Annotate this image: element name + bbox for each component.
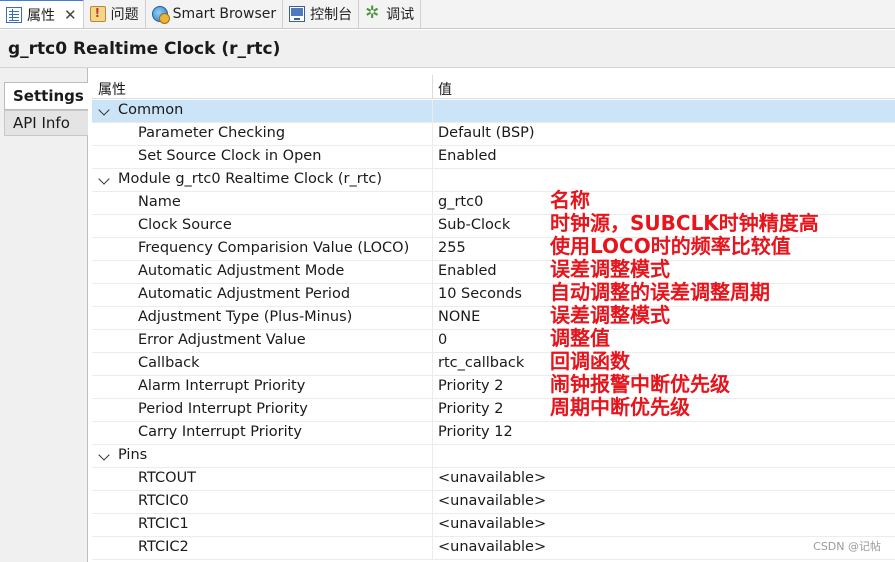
table-row[interactable]: Automatic Adjustment Period 10 Seconds [92,284,895,307]
tab-console[interactable]: 控制台 [283,0,360,28]
table-group-row[interactable]: Module g_rtc0 Realtime Clock (r_rtc) [92,169,895,192]
annotation-label: 调整值 [550,326,610,350]
property-name: Name [138,194,181,210]
annotation-label: 误差调整模式 [550,303,670,327]
table-row[interactable]: Carry Interrupt Priority Priority 12 [92,422,895,445]
property-value[interactable]: Sub-Clock [438,217,510,233]
property-value[interactable]: 0 [438,332,447,348]
watermark: CSDN @记帖 [813,540,881,553]
property-value[interactable]: Priority 12 [438,424,513,440]
property-name: Adjustment Type (Plus-Minus) [138,309,353,325]
tab-label: 属性 [27,7,55,24]
chevron-down-icon[interactable] [98,104,110,116]
problems-icon [89,5,106,22]
property-value[interactable]: Priority 2 [438,401,503,417]
tab-label: 控制台 [310,6,353,23]
close-icon[interactable]: ✕ [64,6,77,24]
property-name: Common [118,102,184,118]
tab-label: Smart Browser [172,5,277,22]
table-row[interactable]: Parameter Checking Default (BSP) [92,123,895,146]
annotation-label: 闹钟报警中断优先级 [550,372,730,396]
side-tab-api-info[interactable]: API Info [4,110,88,136]
view-tab-strip: 属性 ✕ 问题 Smart Browser 控制台 调试 [0,0,895,29]
property-value[interactable]: 255 [438,240,466,256]
property-value[interactable]: NONE [438,309,480,325]
property-name: Module g_rtc0 Realtime Clock (r_rtc) [118,171,383,187]
property-name: Carry Interrupt Priority [138,424,302,440]
property-name: Period Interrupt Priority [138,401,308,417]
property-name: Automatic Adjustment Mode [138,263,345,279]
property-name: RTCIC2 [138,539,189,555]
table-row[interactable]: RTCOUT <unavailable> [92,468,895,491]
property-name: Automatic Adjustment Period [138,286,351,302]
annotation-label: 误差调整模式 [550,257,670,281]
tab-smart-browser[interactable]: Smart Browser [146,0,284,28]
property-name: Error Adjustment Value [138,332,306,348]
side-tab-settings[interactable]: Settings [4,82,88,110]
annotation-label: 时钟源，SUBCLK时钟精度高 [550,211,819,235]
property-name: RTCIC1 [138,516,189,532]
debug-icon [365,3,381,23]
property-value[interactable]: Priority 2 [438,378,503,394]
property-name: RTCIC0 [138,493,189,509]
chevron-down-icon[interactable] [98,449,110,461]
property-value[interactable]: Default (BSP) [438,125,535,141]
chevron-down-icon[interactable] [98,173,110,185]
tab-properties[interactable]: 属性 ✕ [0,0,84,28]
side-tab-panel: Settings API Info [0,68,88,562]
tab-label: 调试 [386,6,415,23]
column-header-property[interactable]: 属性 [98,79,126,99]
annotation-label: 自动调整的误差调整周期 [550,280,770,304]
annotation-label: 名称 [550,188,590,212]
table-group-row[interactable]: Pins [92,445,895,468]
property-value[interactable]: <unavailable> [438,493,546,509]
properties-icon [6,6,22,23]
table-row[interactable]: Adjustment Type (Plus-Minus) NONE [92,307,895,330]
property-value[interactable]: <unavailable> [438,539,546,555]
property-name: Alarm Interrupt Priority [138,378,306,394]
globe-icon [151,5,170,24]
property-value[interactable]: <unavailable> [438,516,546,532]
table-row[interactable]: Error Adjustment Value 0 [92,330,895,353]
tab-label: 问题 [110,6,139,23]
annotation-label: 使用LOCO时的频率比较值 [550,234,791,258]
column-header-value[interactable]: 值 [438,79,452,99]
table-group-row[interactable]: Common [92,100,895,123]
property-name: RTCOUT [138,470,197,486]
page-title: g_rtc0 Realtime Clock (r_rtc) [0,30,895,68]
table-row[interactable]: Alarm Interrupt Priority Priority 2 [92,376,895,399]
annotation-label: 周期中断优先级 [550,395,690,419]
table-row[interactable]: Period Interrupt Priority Priority 2 [92,399,895,422]
property-name: Frequency Comparision Value (LOCO) [138,240,410,256]
table-row[interactable]: RTCIC0 <unavailable> [92,491,895,514]
property-value[interactable]: 10 Seconds [438,286,522,302]
property-value[interactable]: rtc_callback [438,355,524,371]
table-row[interactable]: Automatic Adjustment Mode Enabled [92,261,895,284]
tab-problems[interactable]: 问题 [84,0,146,28]
property-table: 属性 值 Common Parameter Checking Default (BS… [92,75,895,562]
table-row[interactable]: Callback rtc_callback [92,353,895,376]
console-icon [289,5,306,22]
tab-debug[interactable]: 调试 [359,0,422,28]
property-value[interactable]: Enabled [438,263,497,279]
property-value[interactable]: g_rtc0 [438,194,483,210]
property-value[interactable]: Enabled [438,148,497,164]
property-value[interactable]: <unavailable> [438,470,546,486]
table-row[interactable]: RTCIC1 <unavailable> [92,514,895,537]
property-name: Set Source Clock in Open [138,148,322,164]
table-row[interactable]: Set Source Clock in Open Enabled [92,146,895,169]
property-name: Parameter Checking [138,125,286,141]
property-name: Pins [118,447,148,463]
table-header: 属性 值 [92,75,895,99]
property-name: Callback [138,355,200,371]
table-row[interactable]: RTCIC2 <unavailable> [92,537,895,560]
property-name: Clock Source [138,217,232,233]
annotation-label: 回调函数 [550,349,630,373]
